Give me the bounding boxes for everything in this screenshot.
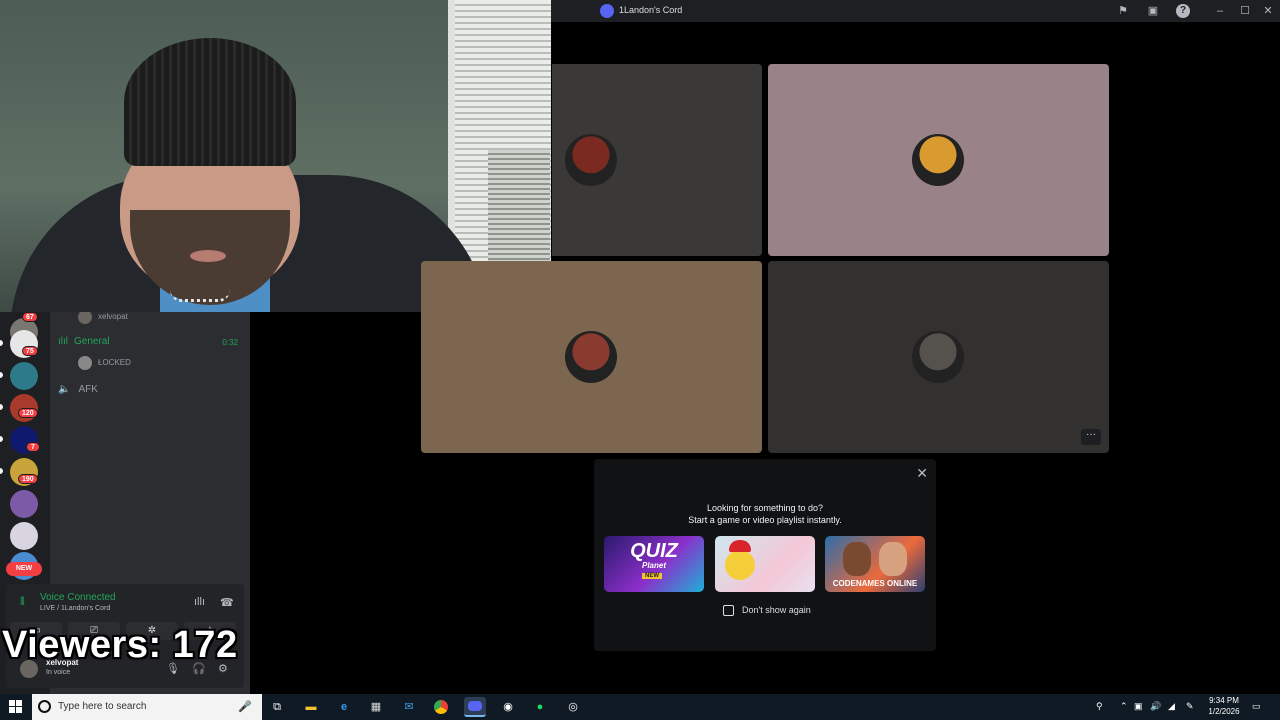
close-popup-button[interactable]: ✕ <box>916 465 928 482</box>
inbox-flag-icon[interactable]: ⚑ <box>1116 4 1130 18</box>
channel-afk[interactable]: 🔈 AFK <box>58 384 98 395</box>
more-options-button[interactable]: ··· <box>1081 429 1101 445</box>
card-subtitle: Planet <box>641 561 666 570</box>
voice-connected-subtitle[interactable]: LIVE / 1Landon's Cord <box>40 605 110 612</box>
pen-icon[interactable]: ✎ <box>1186 701 1194 712</box>
voice-user-name: xelvopat <box>98 312 128 322</box>
taskbar-date[interactable]: 1/2/2026 <box>1204 707 1244 716</box>
video-tile[interactable]: ··· <box>768 261 1109 453</box>
spotify-icon[interactable]: ● <box>529 697 551 717</box>
video-tile[interactable] <box>552 64 762 256</box>
server-icon[interactable] <box>10 362 38 390</box>
card-title: CODENAMES ONLINE <box>832 579 918 588</box>
server-badge: 120 <box>18 408 38 418</box>
webcam-person-beanie <box>124 38 296 166</box>
discord-taskbar-icon[interactable] <box>464 697 486 717</box>
unread-pill <box>0 404 3 410</box>
tray-app-icon[interactable]: ▣ <box>1134 701 1143 712</box>
activity-card-chicken[interactable] <box>715 536 815 592</box>
unread-pill <box>0 372 3 378</box>
taskbar-time[interactable]: 9:34 PM <box>1204 696 1244 705</box>
activity-card-quiz-planet[interactable]: QUIZ Planet NEW <box>604 536 704 592</box>
microphone-icon[interactable]: 🎤 <box>238 700 252 713</box>
card-title: QUIZ <box>630 540 678 562</box>
mail-icon[interactable]: ✉ <box>398 697 420 717</box>
video-tile[interactable] <box>768 64 1109 256</box>
voice-channel-icon: ılıl <box>58 336 68 347</box>
maximize-button[interactable]: ☐ <box>1235 2 1255 20</box>
dont-show-again-label[interactable]: Don't show again <box>742 605 811 615</box>
popup-subheading: Start a game or video playlist instantly… <box>688 515 842 525</box>
participant-avatar <box>912 331 964 383</box>
server-badge: 190 <box>18 474 38 484</box>
show-hidden-icons[interactable]: ⌃ <box>1120 701 1128 712</box>
edge-browser-icon[interactable]: e <box>333 697 355 717</box>
participant-avatar <box>565 331 617 383</box>
server-icon[interactable] <box>10 490 38 518</box>
search-placeholder: Type here to search <box>58 701 147 712</box>
file-explorer-icon[interactable]: ▬ <box>300 697 322 717</box>
window-title: 1Landon's Cord <box>619 5 683 15</box>
activity-card-codenames[interactable]: CODENAMES ONLINE <box>825 536 925 592</box>
help-icon[interactable]: ? <box>1176 4 1190 18</box>
avatar <box>78 310 92 324</box>
server-badge: 67 <box>22 312 38 322</box>
close-window-button[interactable]: ✕ <box>1258 2 1278 20</box>
voice-connected-title[interactable]: Voice Connected <box>40 592 116 603</box>
search-icon <box>38 700 51 713</box>
app-icon[interactable]: ◎ <box>562 697 584 717</box>
taskbar-search-box[interactable]: Type here to search 🎤 <box>32 694 262 720</box>
voice-user[interactable]: ŁOCKED <box>78 356 131 370</box>
people-icon[interactable]: ⚲ <box>1096 701 1103 712</box>
viewers-count-overlay: Viewers: 172 <box>2 624 238 666</box>
unread-pill <box>0 468 3 474</box>
channel-name: AFK <box>78 384 98 395</box>
minimize-button[interactable]: – <box>1210 2 1230 20</box>
participant-avatar <box>912 134 964 186</box>
discord-logo-icon <box>600 4 614 18</box>
windows-taskbar: Type here to search 🎤 ⧉ ▬ e ▦ ✉ ◉ ● ◎ ⚲ … <box>0 694 1280 720</box>
task-view-icon[interactable]: ⧉ <box>266 697 288 717</box>
santa-hat-icon <box>729 540 751 552</box>
chrome-icon[interactable] <box>430 697 452 717</box>
unread-pill <box>0 340 3 346</box>
voice-timer: 0:32 <box>222 338 238 347</box>
agent-figure-icon <box>879 542 907 576</box>
disconnect-icon[interactable]: ☎ <box>220 596 234 609</box>
notifications-icon[interactable]: ▭ <box>1252 701 1261 712</box>
card-tag: NEW <box>642 573 662 579</box>
network-icon[interactable]: ◢ <box>1168 701 1175 712</box>
noise-suppression-icon[interactable]: ıllı <box>194 596 205 608</box>
avatar <box>78 356 92 370</box>
windows-start-icon[interactable] <box>9 700 23 714</box>
server-badge: 7 <box>26 442 40 452</box>
popup-heading: Looking for something to do? <box>706 503 824 513</box>
unread-pill <box>0 436 3 442</box>
webcam-person-mouth <box>190 250 226 262</box>
screen: 1Landon's Cord ⚑ ▣ ? – ☐ ✕ 67 75 120 7 1… <box>0 0 1280 720</box>
channel-general[interactable]: ılıl General <box>58 336 110 347</box>
volume-icon[interactable]: 🔊 <box>1150 701 1161 712</box>
server-badge: 75 <box>22 346 38 356</box>
activity-suggestion-popup: ✕ Looking for something to do? Start a g… <box>594 459 936 651</box>
server-icon[interactable] <box>10 522 38 550</box>
store-icon[interactable]: ▦ <box>365 697 387 717</box>
screen-share-icon[interactable]: ▣ <box>1146 4 1160 18</box>
new-servers-badge[interactable]: NEW <box>6 562 42 576</box>
signal-icon[interactable]: ⦀ <box>20 596 25 609</box>
chick-icon <box>725 550 755 580</box>
voice-user-name: ŁOCKED <box>98 358 131 368</box>
current-user-status: In voice <box>46 669 71 676</box>
obs-icon[interactable]: ◉ <box>497 697 519 717</box>
dont-show-again-checkbox[interactable] <box>723 605 734 616</box>
voice-user[interactable]: xelvopat <box>78 310 128 324</box>
agent-figure-icon <box>843 542 871 576</box>
speaker-icon: 🔈 <box>58 384 71 395</box>
webcam-person-chain <box>170 290 230 302</box>
channel-name: General <box>74 336 110 347</box>
video-tile[interactable] <box>421 261 762 453</box>
participant-avatar <box>565 134 617 186</box>
